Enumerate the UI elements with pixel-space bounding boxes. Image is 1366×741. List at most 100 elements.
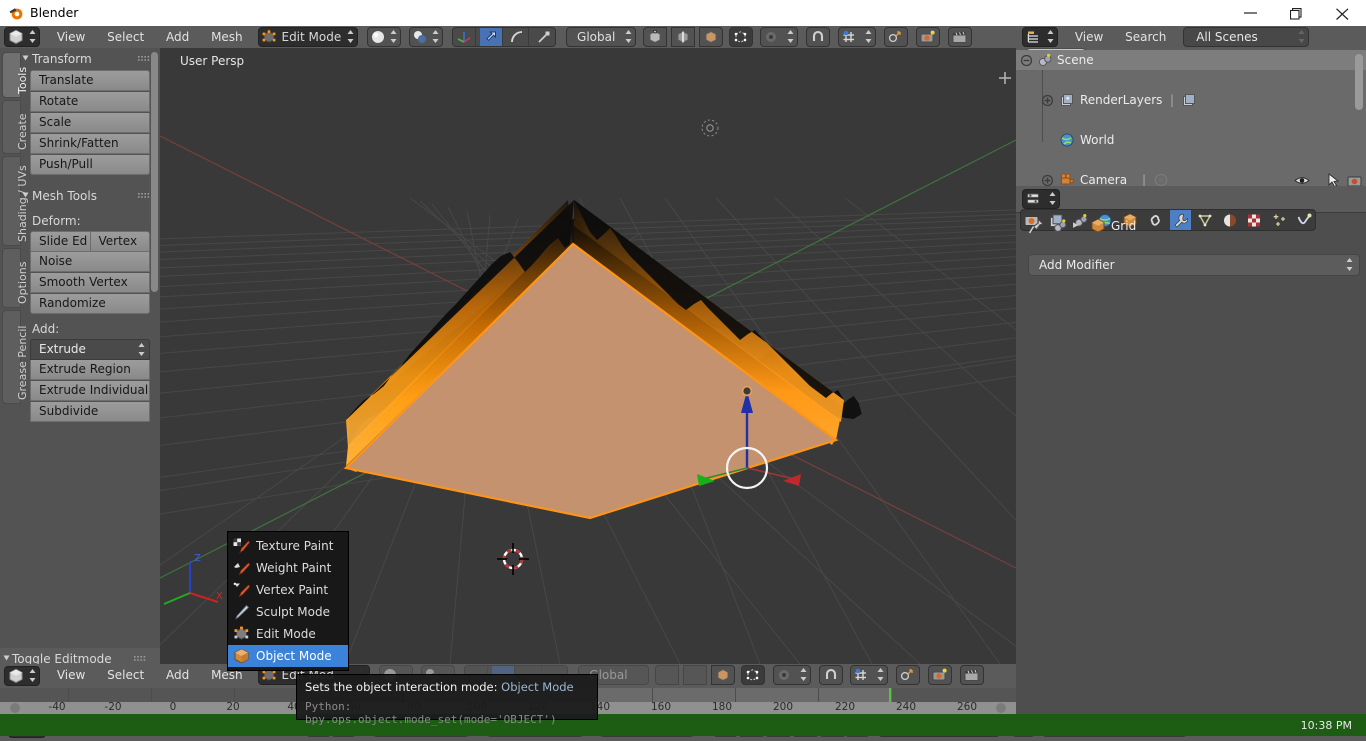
menu-item-edit-mode[interactable]: Edit Mode (228, 623, 348, 645)
menu2-select[interactable]: Select (98, 664, 153, 686)
smooth-vertex-button[interactable]: Smooth Vertex (30, 273, 150, 293)
slide-edge-button[interactable]: Slide Ed (30, 231, 91, 252)
edge-select-icon-2[interactable] (683, 665, 707, 685)
render-image-icon[interactable] (916, 27, 940, 47)
proportional-edit-icon-2[interactable] (896, 665, 920, 685)
panel-header-transform[interactable]: Transform (22, 48, 160, 70)
menu2-view[interactable]: View (48, 664, 94, 686)
face-select-glyph (704, 30, 718, 44)
slide-vertex-button[interactable]: Vertex (91, 231, 151, 252)
randomize-button[interactable]: Randomize (30, 294, 150, 314)
snap-magnet-icon[interactable] (806, 27, 830, 47)
display-mode-label: All Scenes (1196, 30, 1258, 44)
edge-select-icon[interactable] (671, 27, 695, 47)
vertex-select-icon[interactable] (643, 27, 667, 47)
object-cube-icon[interactable] (1090, 218, 1106, 234)
transform-orientation-dropdown[interactable]: Global (566, 27, 636, 47)
translate-button[interactable]: Translate (30, 70, 150, 91)
add-modifier-dropdown[interactable]: Add Modifier (1028, 254, 1360, 276)
sidebar-tab-shading-uvs[interactable]: Shading / UVs (2, 156, 21, 246)
sidebar-tab-tools[interactable]: Tools (2, 52, 21, 98)
menu-label-vertex-paint: Vertex Paint (256, 583, 328, 597)
menu-item-weight-paint[interactable]: Weight Paint (228, 557, 348, 579)
timeline-left-knob[interactable] (10, 703, 20, 713)
sidebar-tab-options[interactable]: Options (2, 248, 21, 308)
manipulator-rotate-icon[interactable] (506, 28, 529, 46)
render-animation-icon-2[interactable] (960, 665, 984, 685)
panel-header-mesh-tools[interactable]: Mesh Tools (22, 185, 160, 207)
snap-magnet-icon-2[interactable] (819, 665, 843, 685)
extrude-individual-button[interactable]: Extrude Individual (30, 381, 150, 401)
scale-glyph (537, 30, 551, 44)
extrude-dropdown[interactable]: Extrude (30, 339, 150, 360)
rotate-button[interactable]: Rotate (30, 92, 150, 112)
vertex-select-icon-2[interactable] (655, 665, 679, 685)
outliner-display-mode-dropdown[interactable]: All Scenes (1183, 27, 1309, 47)
minimize-button[interactable] (1228, 0, 1274, 26)
noise-button[interactable]: Noise (30, 252, 150, 272)
outliner-row-world[interactable]: World (1016, 130, 1366, 150)
tooltip-value: Object Mode (501, 680, 573, 694)
outliner-label-world: World (1080, 130, 1114, 150)
scene-render-dropdown[interactable] (409, 27, 443, 47)
scene-icon[interactable] (1053, 218, 1069, 234)
manipulator-scale-icon[interactable] (533, 28, 555, 46)
close-button[interactable] (1320, 0, 1366, 26)
sidebar-tab-create[interactable]: Create (2, 100, 21, 154)
face-select-icon[interactable] (699, 27, 723, 47)
shrink-fatten-button[interactable]: Shrink/Fatten (30, 134, 150, 154)
editor-type-3dview-icon[interactable] (4, 27, 40, 47)
collapse-minus-icon[interactable] (1021, 55, 1032, 66)
renderlayer-data-icon[interactable] (1182, 93, 1197, 108)
menu2-add[interactable]: Add (157, 664, 198, 686)
outliner-row-scene[interactable]: Scene (1016, 50, 1366, 70)
subdivide-button[interactable]: Subdivide (30, 402, 150, 422)
proportional-edit-icon[interactable] (884, 27, 908, 47)
menu-select[interactable]: Select (98, 26, 153, 48)
menu-item-object-mode[interactable]: Object Mode (228, 645, 348, 667)
menu-item-sculpt-mode[interactable]: Sculpt Mode (228, 601, 348, 623)
timeline-right-knob[interactable] (996, 703, 1006, 713)
menu-item-texture-paint[interactable]: Texture Paint (228, 535, 348, 557)
outliner-row-renderlayers[interactable]: RenderLayers | (1016, 90, 1366, 110)
outliner-menu-view[interactable]: View (1066, 26, 1112, 48)
expand-plus-icon[interactable] (1042, 175, 1053, 186)
menu-add[interactable]: Add (157, 26, 198, 48)
maximize-button[interactable] (1274, 0, 1320, 26)
timeline-playhead[interactable] (889, 688, 891, 702)
snap-target-dropdown[interactable] (838, 27, 876, 47)
editor-type-3dview-glyph (8, 29, 24, 45)
interaction-mode-dropdown[interactable]: Edit Mode (258, 27, 358, 47)
occlude-geometry-icon[interactable] (729, 27, 753, 47)
editor-type-outliner-icon[interactable] (1022, 27, 1058, 47)
manipulator-toggle-icon[interactable] (453, 28, 476, 46)
outliner-menu-search[interactable]: Search (1116, 26, 1175, 48)
chevron-updown-icon (138, 343, 145, 356)
pivot-point-dropdown-2[interactable] (773, 665, 811, 685)
push-pull-button[interactable]: Push/Pull (30, 155, 150, 175)
viewport-shading-dropdown[interactable] (367, 27, 401, 47)
editor-type-3dview-icon-2[interactable] (4, 666, 40, 686)
editor-type-properties-icon[interactable] (1022, 189, 1060, 209)
pivot-point-dropdown[interactable] (760, 27, 798, 47)
extrude-region-button[interactable]: Extrude Region (30, 360, 150, 380)
properties-glyph (1026, 191, 1042, 207)
scale-button[interactable]: Scale (30, 113, 150, 133)
snap-target-dropdown-2[interactable] (850, 665, 888, 685)
manipulator-translate-icon[interactable] (480, 28, 503, 46)
expand-plus-icon[interactable] (1042, 95, 1053, 106)
sidebar-tab-grease-pencil[interactable]: Grease Pencil (2, 310, 21, 404)
occlude-glyph (733, 30, 748, 44)
outliner-tree[interactable]: Scene RenderLayers | (1016, 50, 1366, 186)
outliner-scrollbar[interactable] (1355, 54, 1363, 110)
menu-mesh[interactable]: Mesh (202, 26, 252, 48)
menu-view[interactable]: View (48, 26, 94, 48)
occlude-geometry-icon-2[interactable] (741, 665, 765, 685)
menu-item-vertex-paint[interactable]: Vertex Paint (228, 579, 348, 601)
render-animation-icon[interactable] (948, 27, 972, 47)
toolshelf-scrollbar[interactable] (151, 52, 158, 292)
svg-text:X: X (216, 591, 223, 602)
render-image-icon-2[interactable] (928, 665, 952, 685)
face-select-icon-2[interactable] (711, 665, 735, 685)
pin-icon[interactable] (1028, 218, 1045, 235)
